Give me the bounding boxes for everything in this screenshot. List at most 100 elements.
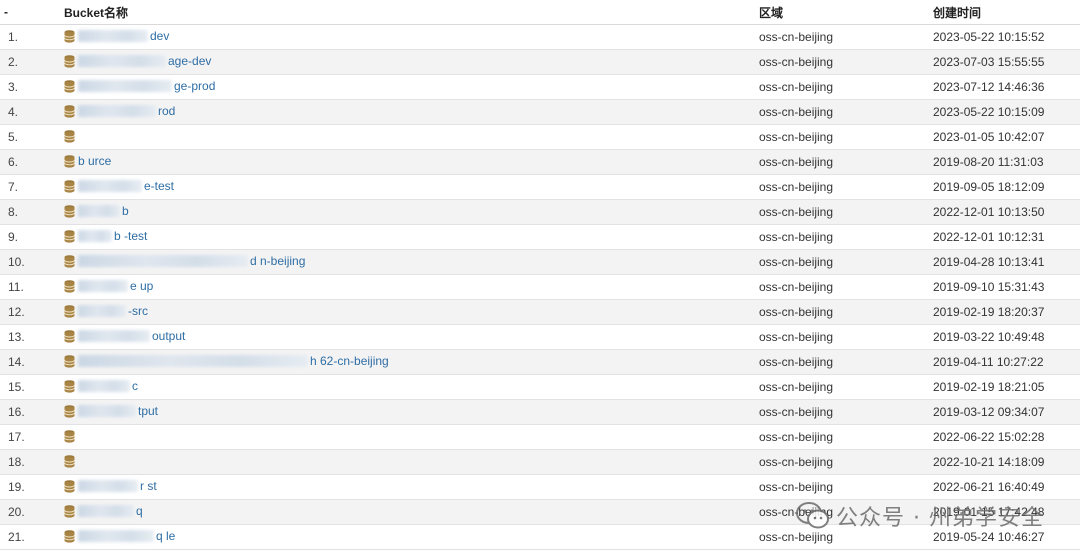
bucket-name-cell: r st <box>62 474 759 500</box>
created-time-cell: 2019-05-24 10:46:27 <box>933 524 1080 550</box>
created-time-cell: 2019-09-05 18:12:09 <box>933 174 1080 200</box>
bucket-icon <box>64 154 75 171</box>
bucket-name-link[interactable]: age-dev <box>78 54 211 68</box>
bucket-name-link[interactable]: tput <box>78 404 178 418</box>
table-row[interactable]: 9. b -test oss-cn-beijing 2022-12-01 10:12:… <box>0 224 1080 250</box>
table-row[interactable]: 16. tput oss-cn-beijing 2019-03-12 09:34:07 <box>0 399 1080 425</box>
region-cell: oss-cn-beijing <box>759 424 933 450</box>
table-row[interactable]: 12. -src oss-cn-beijing 2019-02-19 18:20:37 <box>0 299 1080 325</box>
row-index: 3. <box>0 74 62 100</box>
bucket-name-link[interactable]: c <box>78 379 172 393</box>
bucket-icon <box>64 529 75 546</box>
bucket-icon <box>64 429 75 446</box>
row-index: 14. <box>0 349 62 375</box>
created-time-cell: 2019-09-10 15:31:43 <box>933 274 1080 300</box>
table-row[interactable]: 11. e up oss-cn-beijing 2019-09-10 15:31:43 <box>0 274 1080 300</box>
row-index: 12. <box>0 299 62 325</box>
table-row[interactable]: 6. b urce oss-cn-beijing 2019-08-20 11:31:0… <box>0 149 1080 175</box>
created-time-cell: 2019-02-19 18:20:37 <box>933 299 1080 325</box>
bucket-name-text: e up <box>130 278 154 293</box>
row-index: 13. <box>0 324 62 350</box>
bucket-name-link[interactable]: e-test <box>78 179 184 193</box>
bucket-name-link[interactable]: q le <box>78 529 196 543</box>
redaction-mask <box>78 504 134 517</box>
region-cell: oss-cn-beijing <box>759 74 933 100</box>
table-row[interactable]: 7. e-test oss-cn-beijing 2019-09-05 18:12:0… <box>0 174 1080 200</box>
bucket-name-cell: -src <box>62 299 759 325</box>
table-row[interactable]: 10. d n-beijing oss-cn-beijing 2019-04-28 1… <box>0 249 1080 275</box>
header-created-time[interactable]: 创建时间 <box>933 0 1080 25</box>
redaction-mask <box>78 254 248 267</box>
bucket-name-text: rod <box>158 103 176 118</box>
region-cell: oss-cn-beijing <box>759 374 933 400</box>
bucket-icon <box>64 479 75 496</box>
bucket-name-link[interactable]: -src <box>78 304 168 318</box>
bucket-name-link[interactable]: dev <box>78 29 190 43</box>
region-cell: oss-cn-beijing <box>759 199 933 225</box>
bucket-icon <box>64 54 75 71</box>
region-cell: oss-cn-beijing <box>759 174 933 200</box>
table-row[interactable]: 3. ge-prod oss-cn-beijing 2023-07-12 14:46:… <box>0 74 1080 100</box>
header-region[interactable]: 区域 <box>759 0 933 25</box>
bucket-name-link[interactable]: ge-prod <box>78 79 215 93</box>
created-time-cell: 2023-07-03 15:55:55 <box>933 49 1080 75</box>
bucket-name-cell: rod <box>62 99 759 125</box>
redaction-mask <box>78 104 156 117</box>
bucket-icon <box>64 329 75 346</box>
bucket-name-link[interactable]: rod <box>78 104 198 118</box>
bucket-icon <box>64 129 75 146</box>
created-time-cell: 2023-01-05 10:42:07 <box>933 124 1080 150</box>
header-bucket-name[interactable]: Bucket名称 <box>62 0 759 25</box>
bucket-name-link[interactable]: output <box>78 329 192 343</box>
row-index: 18. <box>0 449 62 475</box>
created-time-cell: 2019-01-15 17:42:48 <box>933 499 1080 525</box>
table-row[interactable]: 8. b oss-cn-beijing 2022-12-01 10:13:50 <box>0 199 1080 225</box>
table-row[interactable]: 15. c oss-cn-beijing 2019-02-19 18:21:05 <box>0 374 1080 400</box>
bucket-icon <box>64 29 75 46</box>
bucket-name-cell: ge-prod <box>62 74 759 100</box>
bucket-name-cell: e up <box>62 274 759 300</box>
table-row[interactable]: 2. age-dev oss-cn-beijing 2023-07-03 15:55:… <box>0 49 1080 75</box>
table-row[interactable]: 21. q le oss-cn-beijing 2019-05-24 10:46:27 <box>0 524 1080 550</box>
region-cell: oss-cn-beijing <box>759 499 933 525</box>
bucket-name-link[interactable]: e up <box>78 279 170 293</box>
table-row[interactable]: 1. dev oss-cn-beijing 2023-05-22 10:15:52 <box>0 24 1080 50</box>
bucket-name-link[interactable]: b urce <box>78 154 118 168</box>
table-header-row: - Bucket名称 区域 创建时间 <box>0 0 1080 25</box>
bucket-name-link[interactable]: d n-beijing <box>78 254 305 268</box>
row-index: 17. <box>0 424 62 450</box>
table-row[interactable]: 18. oss-cn-beijing 2022-10-21 14:18:09 <box>0 449 1080 475</box>
bucket-name-link[interactable]: q <box>78 504 176 518</box>
table-row[interactable]: 20. q oss-cn-beijing 2019-01-15 17:42:48 <box>0 499 1080 525</box>
bucket-name-link[interactable]: b -test <box>78 229 154 243</box>
redaction-mask <box>78 404 136 417</box>
bucket-name-cell: dev <box>62 24 759 50</box>
table-row[interactable]: 17. oss-cn-beijing 2022-06-22 15:02:28 <box>0 424 1080 450</box>
header-index[interactable]: - <box>0 0 62 25</box>
region-cell: oss-cn-beijing <box>759 399 933 425</box>
created-time-cell: 2019-03-22 10:49:48 <box>933 324 1080 350</box>
created-time-cell: 2023-05-22 10:15:09 <box>933 99 1080 125</box>
bucket-name-link[interactable]: h 62-cn-beijing <box>78 354 389 368</box>
table-row[interactable]: 13. output oss-cn-beijing 2019-03-22 10:49:… <box>0 324 1080 350</box>
bucket-name-cell <box>62 449 759 475</box>
bucket-icon <box>64 279 75 296</box>
bucket-name-cell: age-dev <box>62 49 759 75</box>
table-row[interactable]: 5. oss-cn-beijing 2023-01-05 10:42:07 <box>0 124 1080 150</box>
table-row[interactable]: 14. h 62-cn-beijing oss-cn-beijing 2019-04-… <box>0 349 1080 375</box>
region-cell: oss-cn-beijing <box>759 324 933 350</box>
created-time-cell: 2022-12-01 10:13:50 <box>933 199 1080 225</box>
bucket-icon <box>64 254 75 271</box>
bucket-name-cell: e-test <box>62 174 759 200</box>
region-cell: oss-cn-beijing <box>759 49 933 75</box>
bucket-name-text: age-dev <box>168 53 212 68</box>
bucket-name-cell <box>62 424 759 450</box>
bucket-icon <box>64 229 75 246</box>
bucket-name-link[interactable]: r st <box>78 479 180 493</box>
bucket-name-text: q <box>136 503 143 518</box>
table-row[interactable]: 19. r st oss-cn-beijing 2022-06-21 16:40:49 <box>0 474 1080 500</box>
table-row[interactable]: 4. rod oss-cn-beijing 2023-05-22 10:15:09 <box>0 99 1080 125</box>
bucket-name-link[interactable]: b <box>78 204 162 218</box>
bucket-icon <box>64 79 75 96</box>
region-cell: oss-cn-beijing <box>759 249 933 275</box>
